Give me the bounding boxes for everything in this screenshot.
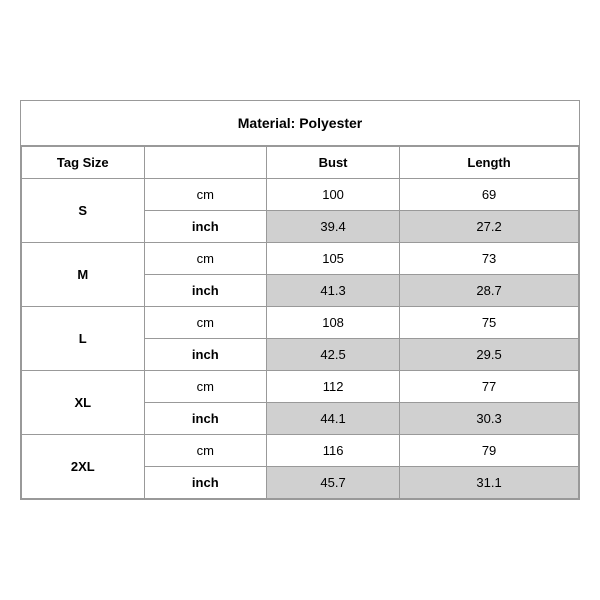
col-header-length: Length (400, 147, 579, 179)
unit-inch-l: inch (144, 339, 267, 371)
length-inch-xl: 30.3 (400, 403, 579, 435)
col-header-unit-spacer (144, 147, 267, 179)
bust-cm-l: 108 (267, 307, 400, 339)
bust-cm-s: 100 (267, 179, 400, 211)
length-cm-m: 73 (400, 243, 579, 275)
table-row: Scm10069 (22, 179, 579, 211)
bust-cm-m: 105 (267, 243, 400, 275)
length-cm-2xl: 79 (400, 435, 579, 467)
unit-cm-2xl: cm (144, 435, 267, 467)
table-row: XLcm11277 (22, 371, 579, 403)
bust-inch-m: 41.3 (267, 275, 400, 307)
table-row: Mcm10573 (22, 243, 579, 275)
length-inch-l: 29.5 (400, 339, 579, 371)
tag-size-2xl: 2XL (22, 435, 145, 499)
table-row: 2XLcm11679 (22, 435, 579, 467)
tag-size-l: L (22, 307, 145, 371)
unit-cm-xl: cm (144, 371, 267, 403)
length-inch-s: 27.2 (400, 211, 579, 243)
unit-cm-l: cm (144, 307, 267, 339)
bust-inch-l: 42.5 (267, 339, 400, 371)
table-row: Lcm10875 (22, 307, 579, 339)
bust-inch-2xl: 45.7 (267, 467, 400, 499)
chart-title: Material: Polyester (21, 101, 579, 146)
unit-inch-m: inch (144, 275, 267, 307)
tag-size-xl: XL (22, 371, 145, 435)
bust-cm-xl: 112 (267, 371, 400, 403)
tag-size-s: S (22, 179, 145, 243)
unit-inch-2xl: inch (144, 467, 267, 499)
unit-inch-xl: inch (144, 403, 267, 435)
length-inch-m: 28.7 (400, 275, 579, 307)
length-cm-s: 69 (400, 179, 579, 211)
tag-size-m: M (22, 243, 145, 307)
bust-inch-s: 39.4 (267, 211, 400, 243)
size-table: Tag Size Bust Length Scm10069inch39.427.… (21, 146, 579, 499)
col-header-bust: Bust (267, 147, 400, 179)
unit-inch-s: inch (144, 211, 267, 243)
bust-cm-2xl: 116 (267, 435, 400, 467)
length-cm-xl: 77 (400, 371, 579, 403)
table-header: Tag Size Bust Length (22, 147, 579, 179)
unit-cm-m: cm (144, 243, 267, 275)
bust-inch-xl: 44.1 (267, 403, 400, 435)
length-inch-2xl: 31.1 (400, 467, 579, 499)
length-cm-l: 75 (400, 307, 579, 339)
size-chart-container: Material: Polyester Tag Size Bust Length… (20, 100, 580, 500)
unit-cm-s: cm (144, 179, 267, 211)
col-header-tag-size: Tag Size (22, 147, 145, 179)
